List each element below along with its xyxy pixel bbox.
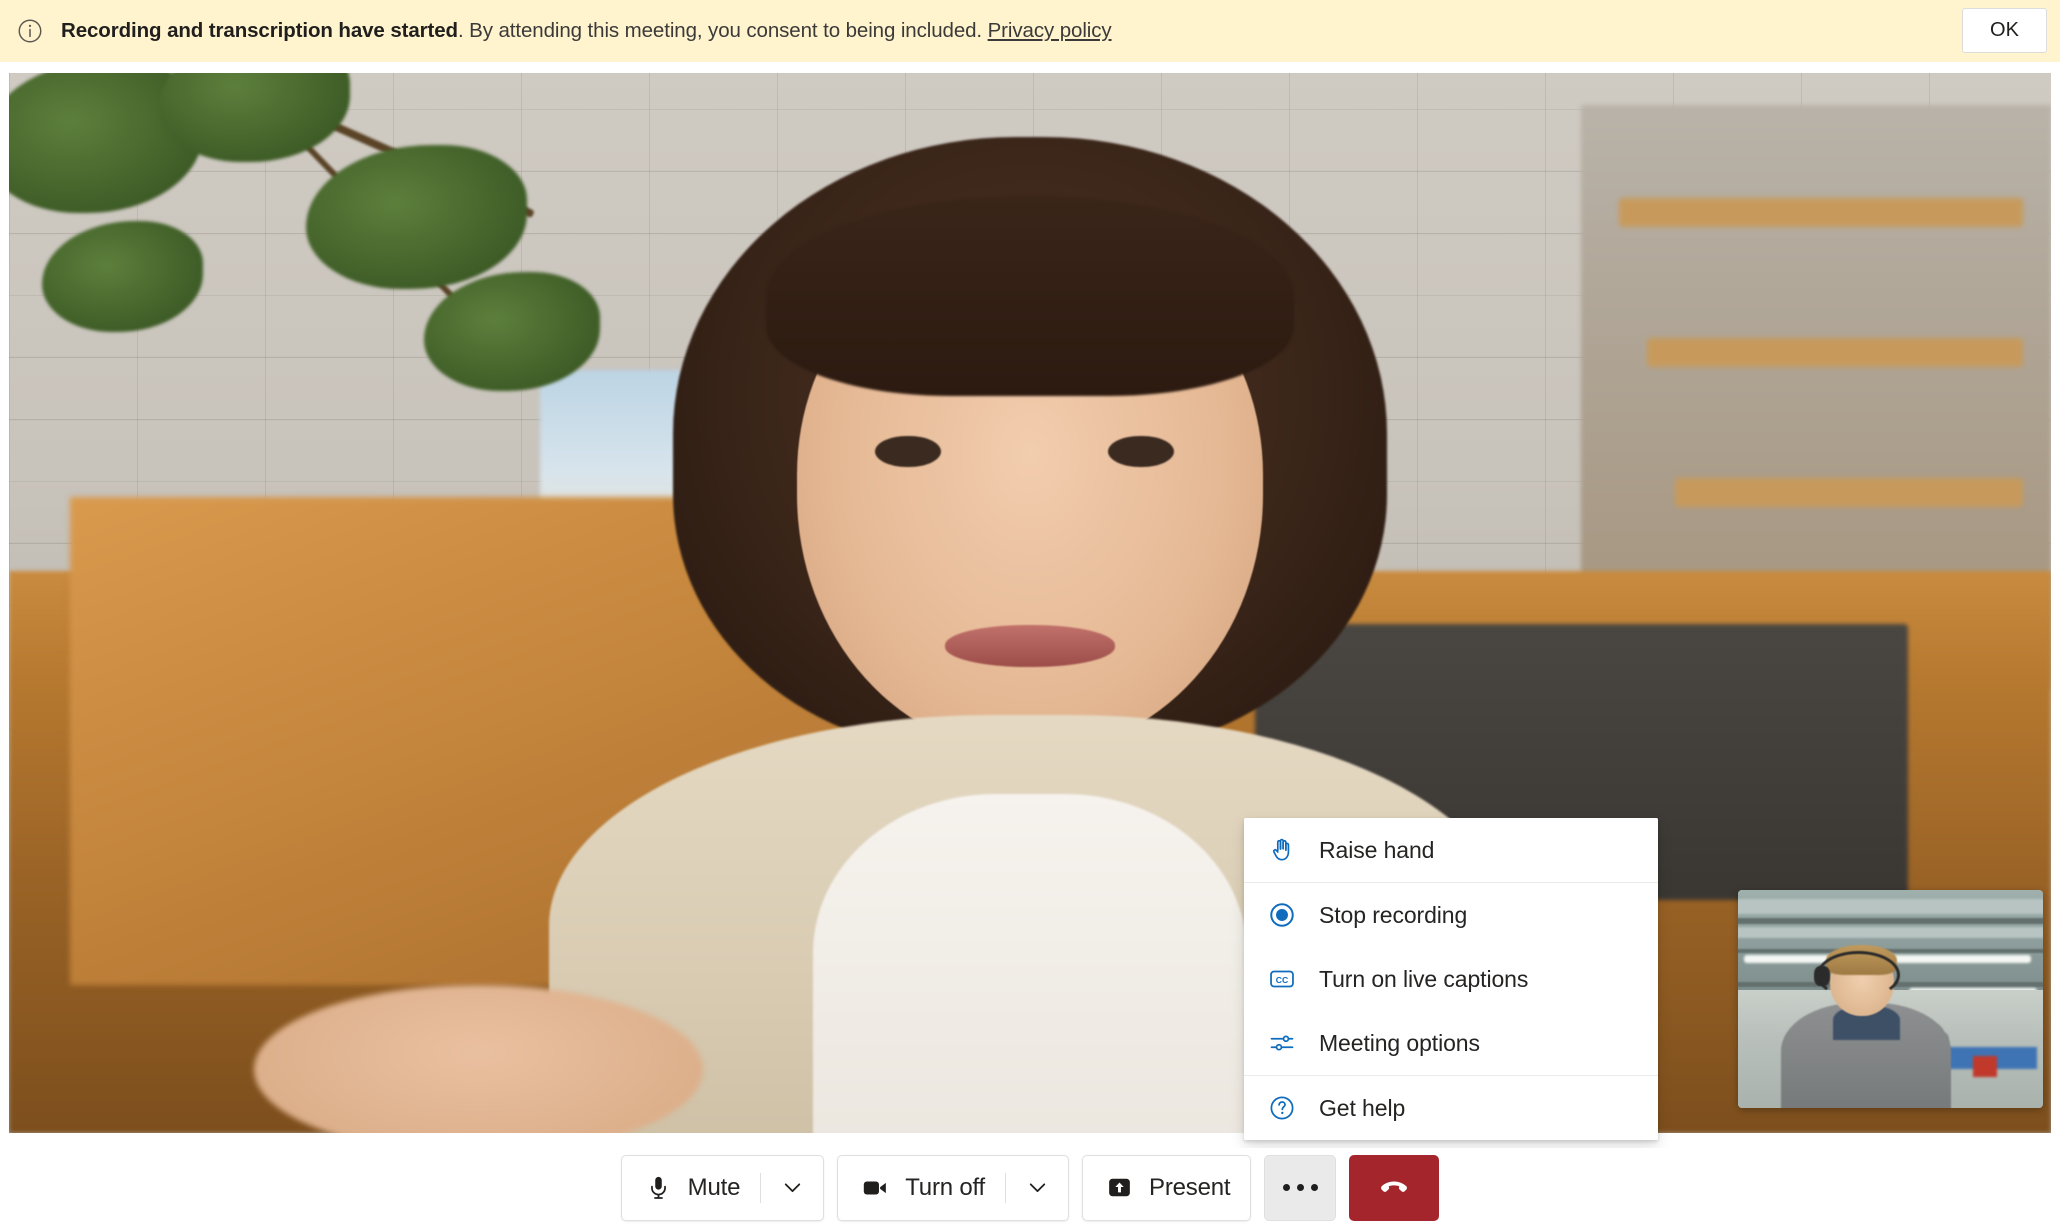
more-actions-button[interactable] bbox=[1264, 1154, 1337, 1221]
present-button-main[interactable]: Present bbox=[1083, 1156, 1250, 1220]
ellipsis-icon bbox=[1282, 1184, 1318, 1191]
stop-recording-icon bbox=[1266, 899, 1298, 931]
camera-button-main[interactable]: Turn off bbox=[838, 1156, 1005, 1220]
raise-hand-icon bbox=[1266, 834, 1298, 866]
more-actions-menu[interactable]: Raise hand Stop recording CC Turn on liv… bbox=[1244, 818, 1658, 1140]
meeting-toolbar: Mute Turn off Present bbox=[0, 1148, 2060, 1227]
leave-call-button[interactable] bbox=[1349, 1154, 1440, 1221]
mute-button[interactable]: Mute bbox=[620, 1154, 825, 1221]
info-icon bbox=[16, 17, 44, 45]
banner-message-rest: . By attending this meeting, you consent… bbox=[457, 19, 988, 42]
camera-options-chevron-down-icon[interactable] bbox=[1006, 1156, 1068, 1220]
menu-item-label: Meeting options bbox=[1319, 1029, 1480, 1056]
svg-text:CC: CC bbox=[1276, 975, 1288, 985]
meeting-options-icon bbox=[1266, 1027, 1298, 1059]
mute-button-label: Mute bbox=[687, 1173, 741, 1201]
menu-item-get-help[interactable]: Get help bbox=[1244, 1076, 1658, 1140]
menu-item-meeting-options[interactable]: Meeting options bbox=[1244, 1011, 1658, 1075]
ok-button[interactable]: OK bbox=[1962, 8, 2047, 53]
banner-message-bold: Recording and transcription have started bbox=[61, 19, 458, 42]
camera-icon bbox=[861, 1174, 889, 1202]
menu-item-label: Get help bbox=[1319, 1094, 1406, 1121]
camera-button[interactable]: Turn off bbox=[837, 1154, 1070, 1221]
help-circle-icon bbox=[1266, 1092, 1298, 1124]
self-view-thumbnail[interactable] bbox=[1738, 890, 2043, 1108]
recording-notice-banner: Recording and transcription have started… bbox=[0, 0, 2060, 62]
plant-decoration bbox=[9, 73, 703, 476]
teams-meeting-window: Recording and transcription have started… bbox=[0, 0, 2060, 1227]
menu-item-raise-hand[interactable]: Raise hand bbox=[1244, 818, 1658, 882]
microphone-icon bbox=[645, 1174, 672, 1201]
share-screen-icon bbox=[1106, 1174, 1133, 1201]
menu-item-turn-on-live-captions[interactable]: CC Turn on live captions bbox=[1244, 947, 1658, 1011]
mute-button-main[interactable]: Mute bbox=[622, 1156, 761, 1220]
menu-item-stop-recording[interactable]: Stop recording bbox=[1244, 883, 1658, 947]
privacy-policy-link[interactable]: Privacy policy bbox=[988, 19, 1112, 42]
closed-captions-icon: CC bbox=[1266, 963, 1298, 995]
camera-button-label: Turn off bbox=[905, 1173, 986, 1201]
hang-up-icon bbox=[1377, 1171, 1411, 1205]
mute-options-chevron-down-icon[interactable] bbox=[761, 1156, 823, 1220]
banner-message: Recording and transcription have started… bbox=[61, 19, 1112, 43]
menu-item-label: Stop recording bbox=[1319, 901, 1468, 928]
present-button-label: Present bbox=[1149, 1173, 1231, 1201]
present-button[interactable]: Present bbox=[1082, 1154, 1252, 1221]
menu-item-label: Turn on live captions bbox=[1319, 965, 1529, 992]
menu-item-label: Raise hand bbox=[1319, 836, 1435, 863]
